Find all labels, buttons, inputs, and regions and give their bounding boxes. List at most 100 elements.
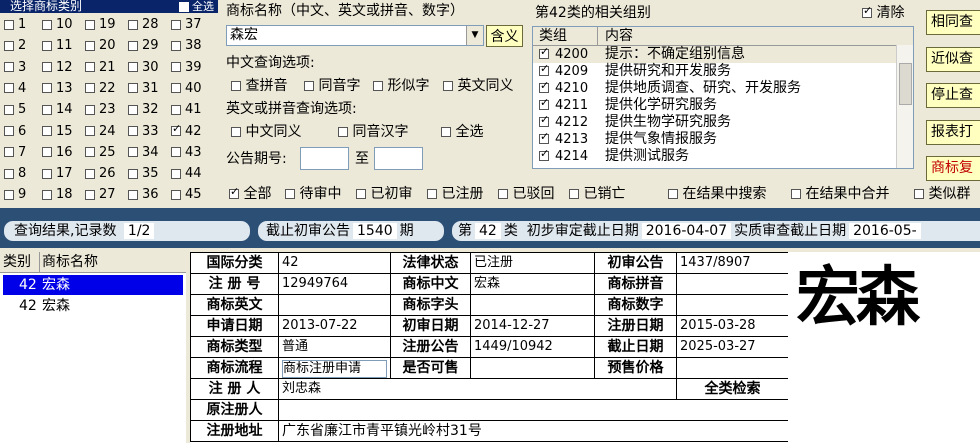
- group-row[interactable]: 4200 提示：不确定组别信息: [533, 46, 913, 63]
- trademark-logo: 宏森: [788, 252, 980, 443]
- dropdown-arrow-icon[interactable]: ▼: [466, 26, 483, 45]
- class-checkbox-4[interactable]: 4: [4, 81, 26, 97]
- group-checkbox[interactable]: [539, 97, 549, 110]
- class-checkbox-41[interactable]: 41: [171, 102, 202, 118]
- trademark-review-button[interactable]: 商标复: [926, 156, 980, 181]
- presale-value: [470, 357, 595, 379]
- filter-5[interactable]: 已销亡: [569, 185, 625, 203]
- class-checkbox-36[interactable]: 36: [128, 187, 159, 203]
- class-checkbox-27[interactable]: 27: [85, 187, 116, 203]
- class-checkbox-42[interactable]: 42: [171, 123, 202, 140]
- group-checkbox[interactable]: [539, 131, 549, 144]
- class-checkbox-18[interactable]: 18: [42, 187, 73, 203]
- class-checkbox-25[interactable]: 25: [85, 145, 116, 161]
- class-checkbox-29[interactable]: 29: [128, 38, 159, 54]
- group-checkbox[interactable]: [539, 80, 549, 93]
- class-checkbox-11[interactable]: 11: [42, 38, 73, 54]
- class-checkbox-39[interactable]: 39: [171, 60, 202, 76]
- group-checkbox[interactable]: [539, 46, 549, 59]
- class-checkbox-37[interactable]: 37: [171, 17, 202, 33]
- class-checkbox-5[interactable]: 5: [4, 102, 26, 118]
- class-checkbox-15[interactable]: 15: [42, 124, 73, 140]
- class-checkbox-30[interactable]: 30: [128, 60, 159, 76]
- class-checkbox-22[interactable]: 22: [85, 81, 116, 97]
- class-checkbox-9[interactable]: 9: [4, 187, 26, 203]
- group-row[interactable]: 4214 提供测试服务: [533, 148, 913, 165]
- class-checkbox-24[interactable]: 24: [85, 124, 116, 140]
- class-checkbox-2[interactable]: 2: [4, 38, 26, 54]
- class-checkbox-21[interactable]: 21: [85, 60, 116, 76]
- result-row[interactable]: 42 宏森: [3, 275, 183, 295]
- class-checkbox-34[interactable]: 34: [128, 145, 159, 161]
- cn-option-3[interactable]: 英文同义: [443, 77, 513, 95]
- full-search-button[interactable]: 全类检索: [676, 378, 789, 400]
- group-checkbox[interactable]: [539, 63, 549, 76]
- class-checkbox-40[interactable]: 40: [171, 81, 202, 97]
- group-checkbox[interactable]: [539, 114, 549, 127]
- stop-search-button[interactable]: 停止查: [926, 83, 980, 108]
- filter-3[interactable]: 已注册: [427, 185, 483, 203]
- group-row[interactable]: 4210 提供地质调查、研究、开发服务: [533, 80, 913, 97]
- filter-0[interactable]: 全部: [229, 185, 271, 203]
- cn-option-0[interactable]: 查拼音: [231, 77, 287, 95]
- group-row[interactable]: 4212 提供生物学研究服务: [533, 114, 913, 131]
- filter-1[interactable]: 待审中: [285, 185, 341, 203]
- class-checkbox-33[interactable]: 33: [128, 124, 159, 140]
- class-checkbox-32[interactable]: 32: [128, 102, 159, 118]
- class-checkbox-38[interactable]: 38: [171, 38, 202, 54]
- en-option-1[interactable]: 同音汉字: [338, 123, 408, 141]
- print-report-button[interactable]: 报表打: [926, 119, 980, 145]
- class-checkbox-26[interactable]: 26: [85, 166, 116, 182]
- class-checkbox-13[interactable]: 13: [42, 81, 73, 97]
- class-checkbox-7[interactable]: 7: [4, 145, 26, 161]
- search-in-results-checkbox[interactable]: 在结果中搜索: [668, 185, 766, 203]
- clear-checkbox[interactable]: 清除: [862, 4, 904, 22]
- class-checkbox-19[interactable]: 19: [85, 17, 116, 33]
- en-option-0[interactable]: 中文同义: [231, 123, 301, 141]
- group-checkbox[interactable]: [539, 148, 549, 161]
- period-to-input[interactable]: [374, 147, 423, 170]
- meaning-button[interactable]: 含义: [486, 25, 523, 47]
- result-row[interactable]: 42 宏森: [3, 296, 183, 316]
- class-checkbox-20[interactable]: 20: [85, 38, 116, 54]
- filter-4[interactable]: 已驳回: [498, 185, 554, 203]
- cn-option-2[interactable]: 形似字: [373, 77, 429, 95]
- group-list-scrollbar[interactable]: [896, 45, 913, 168]
- group-row[interactable]: 4211 提供化学研究服务: [533, 97, 913, 114]
- select-all-classes[interactable]: 全选: [178, 0, 214, 13]
- class-checkbox-44[interactable]: 44: [171, 166, 202, 182]
- reg-date-key: 注册日期: [594, 315, 677, 337]
- similar-search-button[interactable]: 近似查: [926, 46, 980, 72]
- detail-panel: 国际分类 42 法律状态 已注册 初审公告 1437/8907 注 册 号 12…: [190, 252, 789, 443]
- en-option-2[interactable]: 全选: [441, 123, 483, 141]
- class-checkbox-45[interactable]: 45: [171, 187, 202, 203]
- result-count-pill: 查询结果,记录数 1/2: [4, 221, 250, 241]
- trademark-name-input[interactable]: 森宏 ▼: [226, 25, 484, 46]
- flow-value[interactable]: 商标注册申请: [278, 357, 391, 379]
- class-checkbox-43[interactable]: 43: [171, 145, 202, 161]
- class-checkbox-17[interactable]: 17: [42, 166, 73, 182]
- cn-option-1[interactable]: 同音字: [304, 77, 360, 95]
- group-row[interactable]: 4213 提供气象情报服务: [533, 131, 913, 148]
- class-checkbox-28[interactable]: 28: [128, 17, 159, 33]
- class-checkbox-8[interactable]: 8: [4, 166, 26, 182]
- class-checkbox-10[interactable]: 10: [42, 17, 73, 33]
- merge-in-results-checkbox[interactable]: 在结果中合并: [791, 185, 889, 203]
- flow-field[interactable]: 商标注册申请: [282, 359, 387, 378]
- period-from-input[interactable]: [300, 147, 349, 170]
- scroll-thumb[interactable]: [899, 63, 912, 105]
- class-checkbox-14[interactable]: 14: [42, 102, 73, 118]
- similar-group-checkbox[interactable]: 类似群: [914, 185, 970, 203]
- class-checkbox-16[interactable]: 16: [42, 145, 73, 161]
- filter-2[interactable]: 已初审: [356, 185, 412, 203]
- identical-search-button[interactable]: 相同查: [926, 10, 980, 35]
- class-checkbox-31[interactable]: 31: [128, 81, 159, 97]
- class-checkbox-12[interactable]: 12: [42, 60, 73, 76]
- class-checkbox-3[interactable]: 3: [4, 60, 26, 76]
- class-checkbox-35[interactable]: 35: [128, 166, 159, 182]
- class-checkbox-6[interactable]: 6: [4, 124, 26, 140]
- group-row[interactable]: 4209 提供研究和开发服务: [533, 63, 913, 80]
- class-checkbox-23[interactable]: 23: [85, 102, 116, 118]
- group-rows: 4200 提示：不确定组别信息 4209 提供研究和开发服务 4210 提供地质调查、研究…: [533, 46, 913, 165]
- class-checkbox-1[interactable]: 1: [4, 17, 26, 33]
